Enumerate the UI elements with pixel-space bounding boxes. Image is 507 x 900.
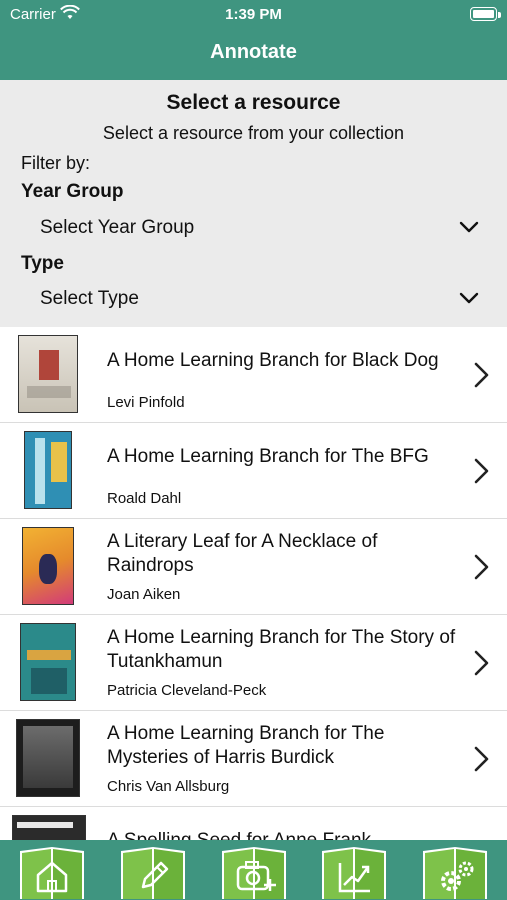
book-cover-image [12,815,86,840]
tab-progress[interactable] [320,843,388,899]
gear-icon [423,847,487,899]
page-title: Annotate [210,41,297,63]
list-item[interactable]: A Home Learning Branch for The Story of … [0,615,507,711]
chevron-down-icon [459,292,479,304]
book-cover-image [20,623,76,701]
tab-camera[interactable] [220,843,288,899]
book-cover-image [18,335,78,413]
book-cover-image [22,527,74,605]
chevron-right-icon [474,362,489,388]
resource-author: Chris Van Allsburg [107,778,230,795]
home-icon [20,847,84,899]
resource-title: A Literary Leaf for A Necklace of Raindr… [107,531,378,576]
type-select[interactable]: Select Type [0,282,507,316]
type-value: Select Type [40,288,139,309]
book-cover-image [16,719,80,797]
year-group-select[interactable]: Select Year Group [0,211,507,245]
tab-home[interactable] [18,843,86,899]
book-cover-image [24,431,72,509]
resource-title: A Home Learning Branch for The Story of … [107,627,456,672]
list-item[interactable]: A Home Learning Branch for The Mysteries… [0,711,507,807]
tab-bar [0,840,507,900]
filter-panel: Select a resource Select a resource from… [0,80,507,327]
section-subheading: Select a resource from your collection [102,123,405,143]
list-item[interactable]: A Literary Leaf for A Necklace of Raindr… [0,519,507,615]
resource-author: Joan Aiken [107,586,181,603]
pencil-icon [121,847,185,899]
chevron-right-icon [474,650,489,676]
filter-by-label: Filter by: [21,153,91,173]
chevron-down-icon [459,221,479,233]
resource-title: A Home Learning Branch for The BFG [107,446,429,467]
tab-settings[interactable] [421,843,489,899]
battery-icon [470,7,497,21]
resource-author: Roald Dahl [107,490,182,507]
resource-title: A Spelling Seed for Anne Frank [107,829,467,840]
tab-annotate[interactable] [119,843,187,899]
clock: 1:39 PM [225,6,282,23]
resource-title: A Home Learning Branch for Black Dog [107,350,439,371]
nav-bar: Annotate [0,30,507,80]
resource-list[interactable]: A Home Learning Branch for Black Dog Lev… [0,327,507,840]
camera-add-icon [222,847,286,899]
chevron-right-icon [474,746,489,772]
list-item[interactable]: A Home Learning Branch for The BFG Roald… [0,423,507,519]
chevron-right-icon [474,554,489,580]
resource-title: A Home Learning Branch for The Mysteries… [107,723,385,768]
year-group-value: Select Year Group [40,217,195,238]
status-bar: Carrier 1:39 PM [0,0,507,30]
type-label: Type [21,253,64,274]
chevron-right-icon [474,458,489,484]
chart-icon [322,847,386,899]
list-item[interactable]: A Home Learning Branch for Black Dog Lev… [0,327,507,423]
year-group-label: Year Group [21,181,124,202]
resource-author: Patricia Cleveland-Peck [107,682,267,699]
section-heading: Select a resource [166,91,341,114]
list-item[interactable]: A Spelling Seed for Anne Frank [0,807,507,840]
resource-author: Levi Pinfold [107,394,185,411]
